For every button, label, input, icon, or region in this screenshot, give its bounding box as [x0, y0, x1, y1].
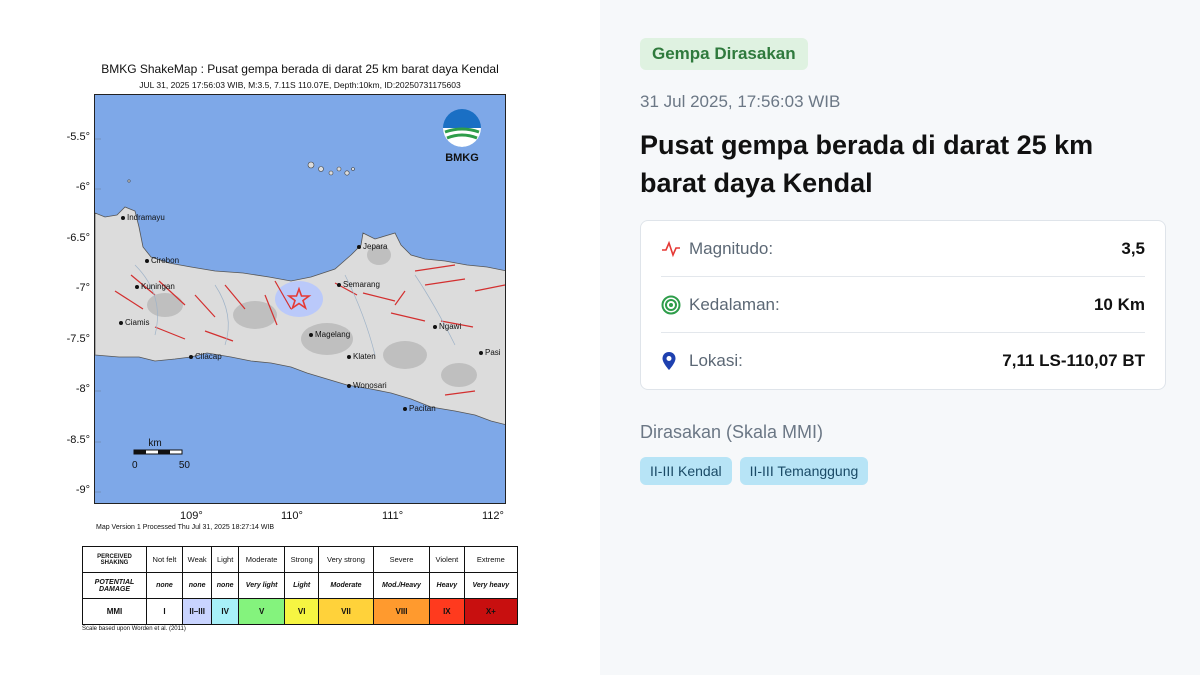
- shaking-cell: Weak: [181, 546, 213, 573]
- mmi-level-cell: VII: [318, 598, 374, 625]
- mmi-level-cell: X+: [463, 598, 519, 625]
- lat-tick: -6.5°: [66, 232, 90, 244]
- mmi-level-cell: IV: [211, 598, 239, 625]
- shaking-zone: [275, 281, 323, 317]
- detail-label: Magnitudo:: [689, 238, 774, 258]
- city-label: Pasi: [485, 348, 501, 357]
- event-headline: Pusat gempa berada di darat 25 km barat …: [640, 130, 1094, 198]
- shaking-cell: Extreme: [463, 546, 519, 573]
- city-label: Magelang: [315, 330, 350, 339]
- shaking-cell: Not felt: [146, 546, 183, 573]
- scale-note: Scale based upon Worden et al. (2011): [82, 626, 186, 632]
- city-label: Kuningan: [141, 282, 175, 291]
- lat-tick: -5.5°: [66, 131, 90, 143]
- damage-cell: Light: [284, 572, 320, 599]
- lon-tick: 110°: [281, 510, 303, 522]
- map-version: Map Version 1 Processed Thu Jul 31, 2025…: [96, 524, 275, 531]
- felt-section-title: Dirasakan (Skala MMI): [640, 422, 824, 442]
- bmkg-logo: BMKG: [438, 108, 486, 164]
- damage-cell: none: [181, 572, 213, 599]
- shaking-cell: Very strong: [318, 546, 374, 573]
- felt-chip: II-III Temanggung: [739, 457, 869, 485]
- shaking-cell: Violent: [429, 546, 465, 573]
- detail-row-location: Lokasi: 7,11 LS-110,07 BT: [661, 333, 1145, 389]
- bmkg-logo-icon: [443, 109, 481, 147]
- detail-label: Kedalaman:: [689, 294, 780, 314]
- damage-cell: Very heavy: [463, 572, 519, 599]
- shaking-cell: Strong: [284, 546, 320, 573]
- mmi-row-label: MMI: [82, 598, 147, 625]
- felt-chip-list: II-III Kendal II-III Temanggung: [640, 457, 1166, 485]
- lat-tick: -7.5°: [66, 333, 90, 345]
- scale-min: 0: [132, 460, 138, 471]
- shakemap-subtitle: JUL 31, 2025 17:56:03 WIB, M:3.5, 7.11S …: [139, 80, 461, 90]
- damage-cell: Moderate: [318, 572, 374, 599]
- city-label: Indramayu: [127, 213, 165, 222]
- damage-cell: Mod./Heavy: [372, 572, 431, 599]
- mmi-level-cell: IX: [429, 598, 465, 625]
- shaking-cell: Severe: [372, 546, 431, 573]
- shakemap-title: BMKG ShakeMap : Pusat gempa berada di da…: [101, 62, 499, 76]
- mmi-level-cell: II–III: [181, 598, 213, 625]
- city-label: Cirebon: [151, 256, 179, 265]
- scale-max: 50: [178, 460, 190, 471]
- shaking-cell: Moderate: [237, 546, 286, 573]
- lat-tick: -8°: [75, 383, 90, 395]
- detail-value: 3,5: [1121, 238, 1145, 258]
- mmi-row-label: PERCEIVED SHAKING: [82, 546, 147, 573]
- damage-cell: Very light: [237, 572, 286, 599]
- mmi-level-cell: I: [146, 598, 183, 625]
- lat-tick: -9°: [75, 484, 90, 496]
- pulse-icon: [661, 240, 689, 258]
- detail-value: 7,11 LS-110,07 BT: [1002, 351, 1145, 370]
- bmkg-logo-text: BMKG: [445, 152, 479, 164]
- scale-unit: km: [148, 438, 162, 449]
- damage-cell: none: [211, 572, 239, 599]
- map-pin-icon: [661, 351, 689, 371]
- target-icon: [661, 295, 689, 315]
- mmi-level-cell: VIII: [372, 598, 431, 625]
- felt-chip: II-III Kendal: [640, 457, 732, 485]
- info-panel: Gempa Dirasakan 31 Jul 2025, 17:56:03 WI…: [600, 0, 1200, 675]
- lat-tick: -8.5°: [66, 434, 90, 446]
- city-label: Ciamis: [125, 318, 149, 327]
- city-label: Wonosari: [353, 381, 387, 390]
- city-label: Pacitan: [409, 404, 436, 413]
- lat-tick: -7°: [75, 282, 90, 294]
- mmi-row-label: POTENTIAL DAMAGE: [82, 572, 147, 599]
- scale-bar: km 0 50: [132, 438, 190, 471]
- details-card: Magnitudo: 3,5 Kedalaman: 10 Km Lokasi: …: [640, 220, 1166, 390]
- lon-tick: 111°: [382, 510, 404, 522]
- mmi-legend-table: PERCEIVED SHAKING Not felt Weak Light Mo…: [82, 546, 519, 625]
- city-label: Klaten: [353, 352, 376, 361]
- shaking-cell: Light: [211, 546, 239, 573]
- mmi-level-cell: V: [237, 598, 286, 625]
- city-label: Semarang: [343, 280, 380, 289]
- scale-bar-graphic: [133, 449, 183, 455]
- damage-cell: none: [146, 572, 183, 599]
- detail-row-magnitude: Magnitudo: 3,5: [661, 221, 1145, 277]
- shakemap-image: BMKG ShakeMap : Pusat gempa berada di da…: [0, 0, 600, 675]
- event-datetime: 31 Jul 2025, 17:56:03 WIB: [640, 92, 841, 111]
- city-label: Jepara: [363, 242, 388, 251]
- city-label: Cilacap: [195, 352, 222, 361]
- city-label: Ngawi: [439, 322, 461, 331]
- damage-cell: Heavy: [429, 572, 465, 599]
- page: BMKG ShakeMap : Pusat gempa berada di da…: [0, 0, 1200, 675]
- lat-tick: -6°: [75, 181, 90, 193]
- mmi-level-cell: VI: [284, 598, 320, 625]
- detail-row-depth: Kedalaman: 10 Km: [661, 277, 1145, 333]
- detail-label: Lokasi:: [689, 351, 743, 370]
- detail-value: 10 Km: [1093, 294, 1145, 314]
- felt-badge: Gempa Dirasakan: [640, 38, 808, 70]
- lon-tick: 112°: [482, 510, 504, 522]
- lon-tick: 109°: [180, 510, 203, 522]
